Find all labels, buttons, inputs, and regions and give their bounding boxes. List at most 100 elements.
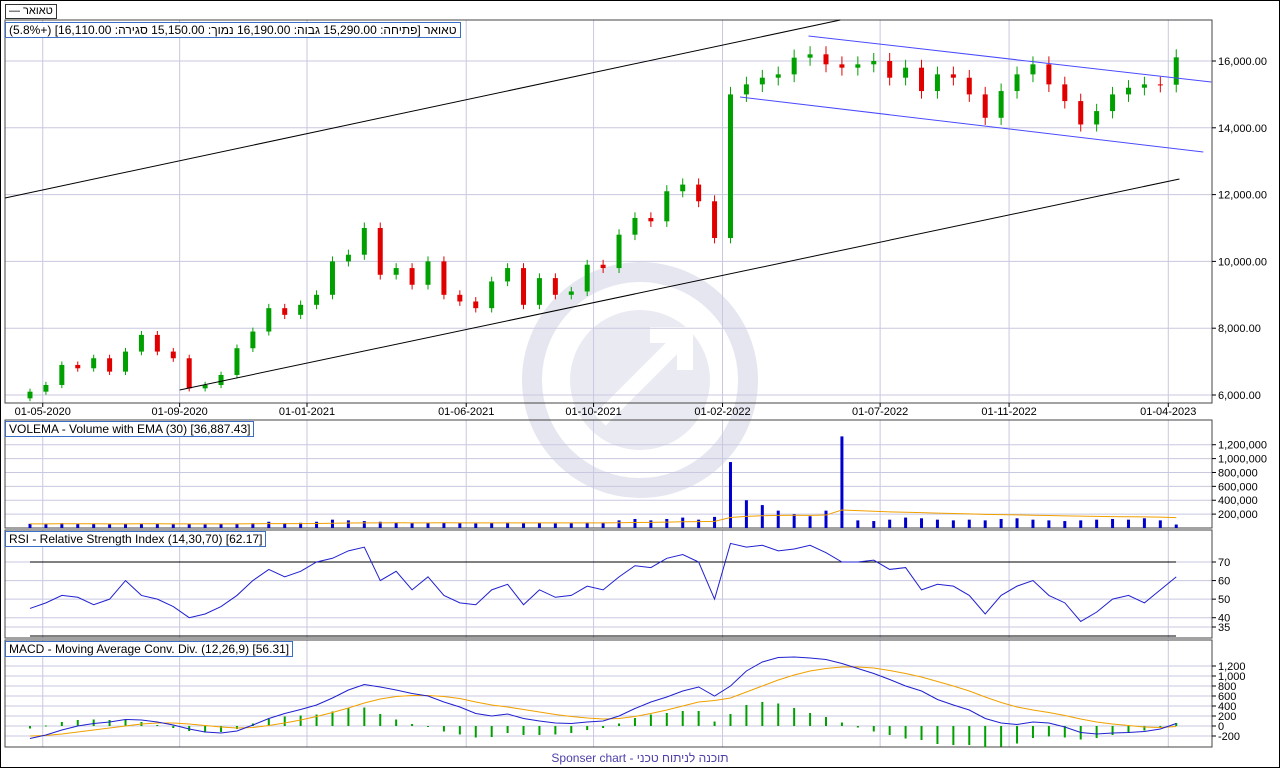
macd-histogram-bar [888,726,891,735]
macd-histogram-bar [856,726,859,728]
volume-bar [171,524,175,528]
candle-up [759,77,765,85]
volume-bar [935,519,939,528]
macd-histogram-bar [1127,726,1130,733]
volume-bar [760,505,764,528]
candle-up [616,234,622,269]
volume-bar [808,516,812,528]
volume-bar [951,520,955,528]
volume-bar [999,518,1003,528]
volume-bar [681,517,685,528]
candle-up [489,281,495,309]
macd-histogram-bar [1111,726,1114,735]
candle-up [234,348,240,375]
macd-histogram-bar [920,726,923,740]
y-tick-label: 14,000.00 [1218,123,1267,135]
macd-histogram-bar [427,726,429,727]
candle-up [250,331,256,349]
candle-up [59,364,65,385]
volume-bar [665,518,669,528]
candle-up [1030,64,1036,75]
macd-histogram-bar [538,726,541,735]
macd-histogram-bar [92,719,95,726]
candle-up [1141,84,1147,88]
candle-up [298,304,304,315]
volume-bar [108,524,112,528]
macd-histogram-bar [347,708,350,726]
macd-histogram-bar [936,726,939,744]
macd-histogram-bar [283,716,286,726]
x-tick-label: 01-11-2022 [981,406,1036,418]
candle-up [138,334,144,352]
volume-bar [1047,520,1051,528]
candle-up [345,254,351,262]
macd-histogram-bar [395,719,398,726]
macd-histogram-bar [729,714,732,726]
volume-bar [235,523,239,528]
y-tick-label: 1,200,000 [1218,440,1267,452]
volume-bar [330,519,334,528]
volume-bar [1142,518,1146,528]
x-tick-label: 01-04-2023 [1140,406,1196,418]
volume-bar [1031,519,1035,528]
volume-bar [713,516,717,528]
candle-down [282,308,288,315]
candle-down [441,261,447,295]
candle-up [1125,87,1131,95]
volume-bar [1111,518,1115,528]
volume-bar [346,520,350,528]
candle-up [855,64,861,68]
y-tick-label: 50 [1218,594,1230,606]
y-tick-label: 60 [1218,576,1230,588]
sponsor-footer: Sponser chart - תוכנה לניתוח טכני [551,751,729,765]
volume-bar [155,523,159,528]
volume-bar [983,520,987,528]
candle-up [680,184,686,192]
x-tick-label: 01-07-2022 [852,406,908,418]
macd-histogram-bar [29,726,31,729]
macd-histogram-bar [172,726,175,728]
volume-bar [490,522,494,528]
candle-up [43,384,49,392]
macd-histogram-bar [1095,726,1098,738]
candle-down [75,364,81,369]
candle-down [966,77,972,95]
candle-up [568,291,574,295]
macd-histogram-bar [490,726,493,737]
candle-down [982,94,988,118]
volume-bar [410,523,414,528]
candle-down [712,201,718,239]
macd-histogram-bar [522,726,525,735]
candle-up [266,308,272,332]
macd-histogram-bar [793,708,796,726]
volume-bar [840,436,844,528]
macd-histogram-bar [984,726,987,748]
macd-histogram-bar [602,726,605,728]
macd-histogram-bar [570,726,573,733]
volume-bar [203,524,207,528]
macd-histogram-bar [331,711,334,726]
candle-down [887,61,893,78]
candle-up [91,358,97,369]
macd-histogram-bar [124,719,127,726]
macd-histogram-bar [156,725,159,726]
y-tick-label: 800,000 [1218,467,1258,479]
macd-histogram-bar [1047,726,1050,737]
macd-histogram-bar [44,725,47,727]
macd-histogram-bar [458,726,461,735]
macd-histogram-bar [586,726,589,730]
x-tick-label: 01-09-2020 [152,406,208,418]
candle-up [934,74,940,92]
rsi-panel-title: RSI - Relative Strength Index (14,30,70)… [5,531,267,547]
macd-histogram-bar [649,714,652,726]
volume-bar [792,514,796,528]
volume-bar [426,522,430,528]
series-legend[interactable]: טאואר — [5,4,57,19]
volume-bar [856,520,860,528]
macd-histogram-bar [60,722,63,726]
candle-up [27,391,33,399]
volume-bar [569,523,573,528]
candle-up [329,261,335,295]
volume-bar [776,510,780,528]
price-info-box: טאואר [פתיחה: 15,290.00 גבוה: 16,190.00 … [5,22,461,38]
